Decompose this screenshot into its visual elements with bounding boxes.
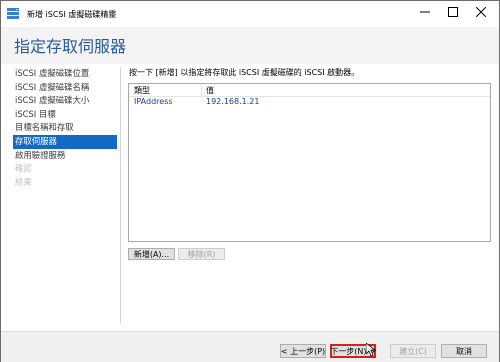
column-header-type[interactable]: 類型 xyxy=(134,85,150,96)
maximize-button[interactable] xyxy=(439,1,467,23)
row-value: 192.168.1.21 xyxy=(206,97,260,106)
maximize-icon xyxy=(448,7,458,17)
server-app-icon xyxy=(7,8,19,19)
initiator-list[interactable]: 類型 值 IPAddress 192.168.1.21 xyxy=(128,83,491,242)
step-confirmation: 確認 xyxy=(15,163,32,174)
divider xyxy=(120,67,121,324)
window-title: 新增 iSCSI 虛擬磁碟精靈 xyxy=(27,10,117,19)
step-enable-authentication[interactable]: 啟用驗證服務 xyxy=(13,149,117,163)
close-icon xyxy=(476,7,486,17)
cancel-button[interactable]: 取消 xyxy=(441,344,487,358)
step-virtual-disk-location[interactable]: iSCSI 虛擬磁碟位置 xyxy=(13,67,117,81)
previous-button[interactable]: < 上一步(P) xyxy=(280,344,326,358)
step-target-name-access[interactable]: 目標名稱和存取 xyxy=(13,121,117,135)
wizard-steps: iSCSI 虛擬磁碟位置 iSCSI 虛擬磁碟名稱 iSCSI 虛擬磁碟大小 i… xyxy=(13,67,117,189)
minimize-button[interactable] xyxy=(411,1,439,23)
close-button[interactable] xyxy=(467,1,495,23)
step-virtual-disk-size[interactable]: iSCSI 虛擬磁碟大小 xyxy=(13,94,117,108)
add-button[interactable]: 新增(A)... xyxy=(128,248,175,260)
wizard-footer: < 上一步(P) 下一步(N) > 建立(C) 取消 xyxy=(1,331,499,362)
minimize-icon xyxy=(420,11,430,13)
step-results: 結果 xyxy=(15,176,32,187)
create-button: 建立(C) xyxy=(390,344,436,358)
wizard-header: 指定存取伺服器 xyxy=(1,27,499,64)
column-divider[interactable] xyxy=(201,84,202,96)
instruction-text: 按一下 [新增] 以指定將存取此 iSCSI 虛擬磁碟的 iSCSI 啟動器。 xyxy=(129,68,360,77)
page-title: 指定存取伺服器 xyxy=(14,37,127,56)
row-type: IPAddress xyxy=(134,97,173,106)
table-row[interactable]: IPAddress 192.168.1.21 xyxy=(129,97,490,108)
step-virtual-disk-name[interactable]: iSCSI 虛擬磁碟名稱 xyxy=(13,81,117,95)
list-header: 類型 值 xyxy=(129,84,490,97)
column-header-value[interactable]: 值 xyxy=(206,85,214,96)
title-bar: 新增 iSCSI 虛擬磁碟精靈 xyxy=(1,1,499,27)
mouse-cursor-icon xyxy=(366,343,376,357)
step-iscsi-target[interactable]: iSCSI 目標 xyxy=(13,108,117,122)
wizard-window: 新增 iSCSI 虛擬磁碟精靈 指定存取伺服器 iSCSI 虛擬磁碟位置 iSC… xyxy=(0,0,500,362)
remove-button: 移除(R) xyxy=(178,248,225,260)
step-access-servers[interactable]: 存取伺服器 xyxy=(13,134,117,149)
